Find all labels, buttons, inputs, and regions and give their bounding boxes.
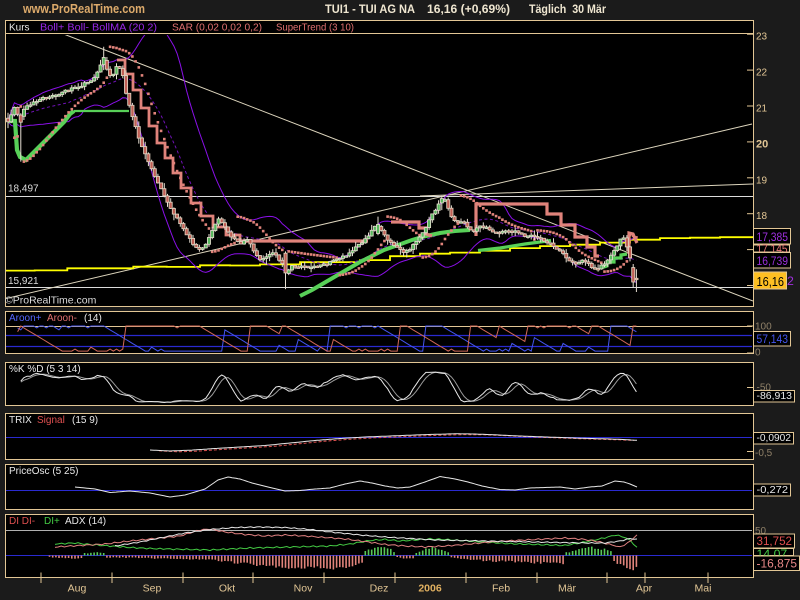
svg-text:(14): (14) [84,313,102,324]
svg-text:Sep: Sep [143,583,162,595]
svg-text:Täglich 30 Mär: Täglich 30 Mär [529,2,606,16]
svg-text:DI+: DI+ [44,516,60,527]
svg-text:-0,5: -0,5 [755,448,773,459]
svg-text:-16,875: -16,875 [757,557,798,571]
svg-text:Mär: Mär [558,583,577,595]
svg-text:SAR (0,02 0,02 0,2): SAR (0,02 0,02 0,2) [172,23,262,34]
svg-text:TUI1 - TUI AG NA: TUI1 - TUI AG NA [325,2,415,16]
svg-text:16,16 (+0,69%): 16,16 (+0,69%) [427,2,510,16]
svg-text:Signal: Signal [37,415,65,426]
svg-text:-86,913: -86,913 [757,390,793,402]
svg-text:www.ProRealTime.com: www.ProRealTime.com [22,1,145,16]
svg-text:16,739: 16,739 [757,254,789,268]
svg-text:19: 19 [756,175,768,186]
svg-text:2: 2 [787,274,794,288]
svg-text:23: 23 [756,32,768,43]
svg-text:ADX (14): ADX (14) [65,516,106,527]
svg-text:Dez: Dez [370,583,389,595]
svg-text:Boll+ Boll- BollMA (20 2): Boll+ Boll- BollMA (20 2) [40,23,157,34]
svg-text:100: 100 [755,322,772,333]
svg-text:Mai: Mai [695,583,712,595]
svg-text:15,921: 15,921 [8,276,39,287]
svg-text:0: 0 [755,348,761,359]
svg-text:Aroon+: Aroon+ [9,313,42,324]
svg-text:%K %D (5 3 14): %K %D (5 3 14) [9,364,81,375]
svg-text:TRIX: TRIX [9,415,32,426]
svg-text:PriceOsc (5 25): PriceOsc (5 25) [9,466,78,477]
svg-text:2006: 2006 [418,583,442,595]
svg-text:22: 22 [756,68,768,79]
svg-text:18,497: 18,497 [8,184,39,195]
svg-text:21: 21 [756,104,768,115]
svg-text:Apr: Apr [636,583,653,595]
svg-text:SuperTrend (3 10): SuperTrend (3 10) [276,23,354,34]
svg-text:16,16: 16,16 [757,274,785,289]
svg-text:Okt: Okt [219,583,235,595]
svg-text:Kurs: Kurs [9,23,30,34]
svg-text:Feb: Feb [492,583,510,595]
svg-text:(15 9): (15 9) [72,415,98,426]
svg-text:-0,272: -0,272 [757,484,789,496]
svg-text:18: 18 [756,211,768,222]
svg-text:57,143: 57,143 [757,332,789,346]
svg-text:Aug: Aug [68,583,87,595]
svg-text:©ProRealTime.com: ©ProRealTime.com [5,295,97,307]
svg-text:-0,0902: -0,0902 [757,432,792,444]
svg-text:Aroon-: Aroon- [47,313,77,324]
svg-text:Nov: Nov [294,583,313,595]
svg-text:DI DI-: DI DI- [9,516,35,527]
svg-text:20: 20 [756,138,768,150]
